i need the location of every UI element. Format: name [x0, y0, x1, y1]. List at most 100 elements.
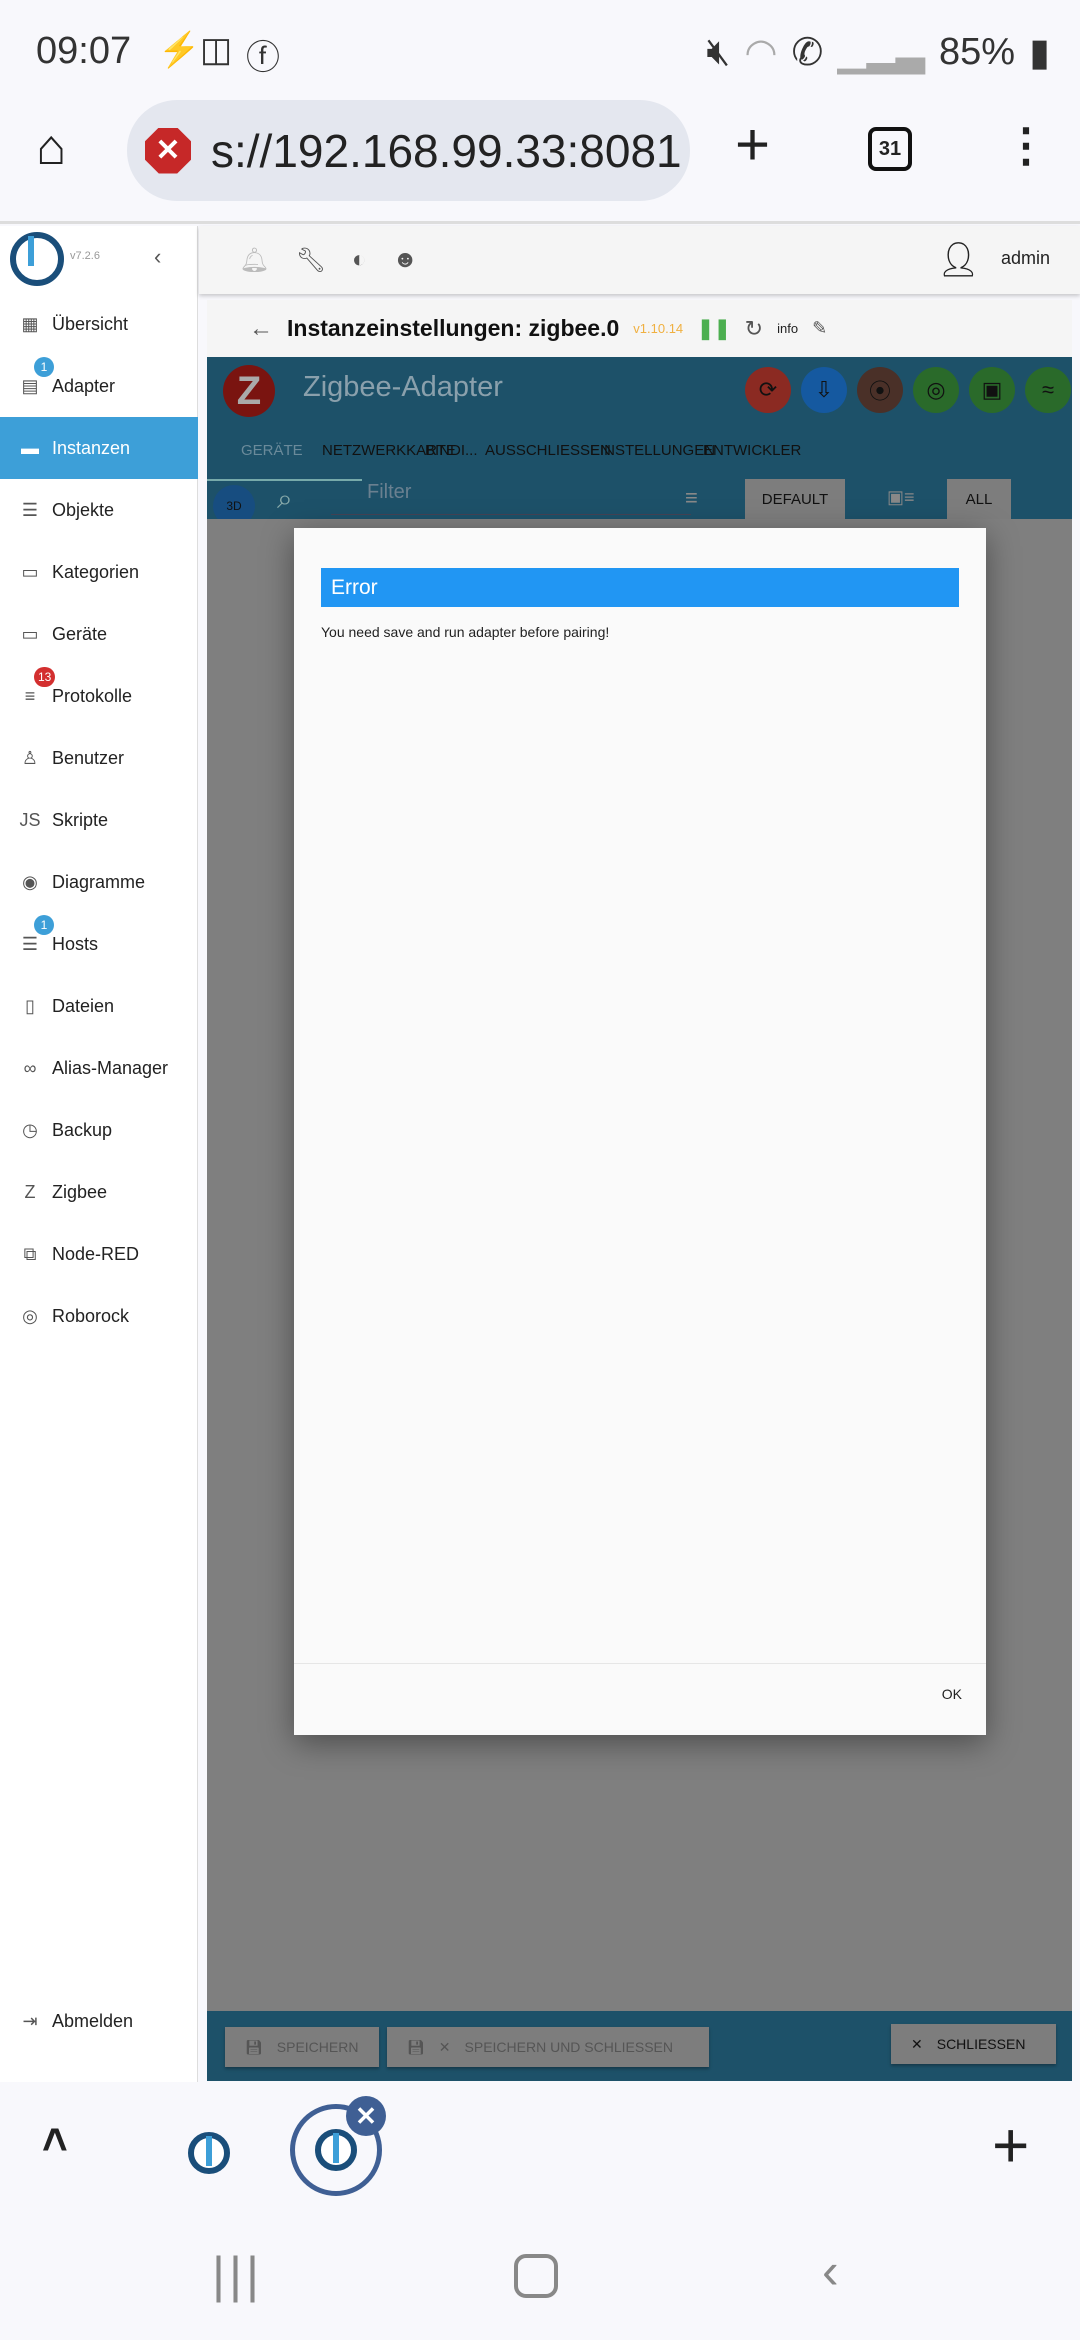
dialog-title: Error — [321, 568, 959, 607]
back-icon[interactable]: ‹ — [822, 2242, 839, 2300]
save-close-button[interactable]: 💾︎ ✕ SPEICHERN UND SCHLIESSEN — [387, 2027, 709, 2067]
collapse-icon[interactable]: ‹ — [154, 244, 161, 270]
reload-icon[interactable]: ↻ — [745, 316, 763, 342]
devices-icon[interactable]: ⦿ — [857, 367, 903, 413]
sidebar-item-roborock[interactable]: ◎ Roborock — [0, 1285, 198, 1347]
wrench-icon[interactable]: 🔧︎ — [295, 246, 325, 275]
count-badge: 1 — [34, 915, 54, 935]
sidebar-item-diagramme[interactable]: ◉ Diagramme — [0, 851, 198, 913]
sidebar-item-label: Zigbee — [52, 1181, 108, 1202]
home-icon[interactable]: ⌂ — [36, 118, 66, 176]
count-badge: 1 — [34, 357, 54, 377]
default-button[interactable]: DEFAULT — [745, 479, 845, 519]
browser-tab-strip: ˄ ✕ + — [0, 2086, 1080, 2222]
logout-button[interactable]: ⇥ Abmelden — [0, 1990, 198, 2052]
adapter-name: Zigbee-Adapter — [303, 371, 503, 403]
tab-geräte[interactable]: GERÄTE — [241, 442, 303, 459]
user-icon: 👤︎ — [936, 241, 980, 279]
tab-einstellungen[interactable]: EINSTELLUNGEN — [590, 442, 715, 459]
sidebar-item-adapter[interactable]: ▤ Adapter 1 — [0, 355, 198, 417]
tab-bindi[interactable]: BINDI... — [425, 442, 478, 459]
home-icon[interactable] — [514, 2254, 558, 2298]
version: v7.2.6 — [70, 250, 100, 262]
chevron-up-icon[interactable]: ˄ — [42, 2116, 68, 2166]
tab-count-button[interactable]: 31 — [868, 127, 912, 171]
sidebar-item-instanzen[interactable]: ▬ Instanzen — [0, 417, 198, 479]
all-button[interactable]: ALL — [947, 479, 1011, 519]
new-tab-icon[interactable]: + — [735, 110, 770, 179]
sidebar-icon: ≡ — [24, 685, 36, 706]
sidebar-item-label: Alias-Manager — [52, 1057, 169, 1078]
close-tab-icon[interactable]: ✕ — [346, 2096, 386, 2136]
pause-icon[interactable]: ❚❚ — [697, 316, 731, 341]
expert-mode-icon[interactable]: ☻ — [392, 246, 417, 274]
sidebar-item-geräte[interactable]: ▭ Geräte — [0, 603, 198, 665]
close-icon: ✕ — [438, 2038, 451, 2055]
sidebar-item-alias-manager[interactable]: ∞ Alias-Manager — [0, 1037, 198, 1099]
sidebar-item-hosts[interactable]: ☰ Hosts 1 — [0, 913, 198, 975]
back-icon[interactable]: ← — [249, 315, 273, 343]
chip-icon[interactable]: ▣ — [969, 367, 1015, 413]
dialog-message: You need save and run adapter before pai… — [321, 624, 610, 640]
sidebar-icon: ◉ — [22, 871, 38, 892]
app-toolbar: 🔔︎ 🔧︎ ◐ ☻ 👤︎ admin — [199, 226, 1080, 294]
system-nav-bar: ||| ‹ — [0, 2222, 1080, 2340]
theme-icon[interactable]: ◐ — [352, 246, 367, 274]
battery-icon: ▮ — [1029, 32, 1050, 74]
signal-icon: ▁▂▃ — [837, 32, 926, 74]
address-bar[interactable]: ✕ s://192.168.99.33:8081 — [127, 100, 690, 201]
sidebar-item-label: Übersicht — [52, 313, 129, 334]
close-button[interactable]: ✕ SCHLIESSEN — [891, 2024, 1056, 2064]
sidebar-item-label: Instanzen — [52, 437, 131, 458]
tab-favicon[interactable] — [188, 2132, 230, 2174]
sidebar-item-zigbee[interactable]: Z Zigbee — [0, 1161, 198, 1223]
sidebar-item-node-red[interactable]: ⧉ Node-RED — [0, 1223, 198, 1285]
sidebar-item-benutzer[interactable]: ♙ Benutzer — [0, 727, 198, 789]
recents-icon[interactable]: ||| — [212, 2246, 263, 2304]
bell-icon[interactable]: 🔔︎ — [239, 246, 269, 275]
pairing-icon[interactable]: ◎ — [913, 367, 959, 413]
download-icon[interactable]: ⇩ — [801, 367, 847, 413]
restart-icon[interactable]: ⟳ — [745, 367, 791, 413]
sidebar-item-label: Dateien — [52, 995, 115, 1016]
battery-level: 85% — [939, 31, 1016, 73]
sidebar-icon: ▤ — [21, 375, 39, 396]
sidebar-item-backup[interactable]: ◷ Backup — [0, 1099, 198, 1161]
edit-icon[interactable]: ✎ — [812, 318, 827, 339]
ok-button[interactable]: OK — [942, 1686, 962, 1702]
insecure-icon[interactable]: ✕ — [145, 127, 191, 174]
sidebar-item-label: Diagramme — [52, 871, 146, 892]
wifi-icon: ◠ — [744, 32, 778, 74]
iobroker-logo — [10, 232, 64, 286]
version-label: v1.10.14 — [633, 321, 684, 336]
instagram-icon: ◫ — [200, 31, 233, 69]
sidebar-item-objekte[interactable]: ☰ Objekte — [0, 479, 198, 541]
tab-entwickler[interactable]: ENTWICKLER — [703, 442, 801, 459]
signal-icon[interactable]: ≈ — [1025, 367, 1071, 413]
username[interactable]: admin — [1001, 248, 1050, 269]
sidebar-item-label: Hosts — [52, 933, 99, 954]
view-toggle-icon[interactable]: ▣≡ — [887, 487, 915, 508]
filter-input[interactable]: Filter — [331, 481, 691, 515]
menu-icon[interactable]: ⋮ — [1003, 118, 1049, 172]
new-tab-icon[interactable]: + — [992, 2108, 1029, 2182]
sidebar-icon: ▬ — [21, 437, 39, 458]
sidebar-item-übersicht[interactable]: ▦ Übersicht — [0, 293, 198, 355]
divider — [294, 1663, 986, 1664]
tab-favicon — [315, 2129, 357, 2171]
save-button[interactable]: 💾︎ SPEICHERN — [225, 2027, 379, 2067]
sidebar-item-kategorien[interactable]: ▭ Kategorien — [0, 541, 198, 603]
zigbee-logo: Z — [223, 365, 275, 417]
sidebar-item-dateien[interactable]: ▯ Dateien — [0, 975, 198, 1037]
page-title: Instanzeinstellungen: zigbee.0 — [287, 315, 620, 341]
sort-icon[interactable]: ≡ — [685, 485, 698, 511]
info-link[interactable]: info — [777, 321, 798, 336]
sidebar-item-label: Adapter — [52, 375, 116, 396]
sidebar-icon: ▦ — [21, 313, 39, 334]
footer-bar: 💾︎ SPEICHERN 💾︎ ✕ SPEICHERN UND SCHLIESSEN … — [207, 2011, 1072, 2081]
url-text[interactable]: s://192.168.99.33:8081 — [211, 124, 682, 178]
status-bar: 09:07 ⚡ ◫ ⓕ 🔇︎ ◠ ✆ ▁▂▃ 85% ▮ — [0, 0, 1080, 100]
sidebar-item-protokolle[interactable]: ≡ Protokolle 13 — [0, 665, 198, 727]
sidebar-item-skripte[interactable]: JS Skripte — [0, 789, 198, 851]
sidebar-item-label: Geräte — [52, 623, 108, 644]
